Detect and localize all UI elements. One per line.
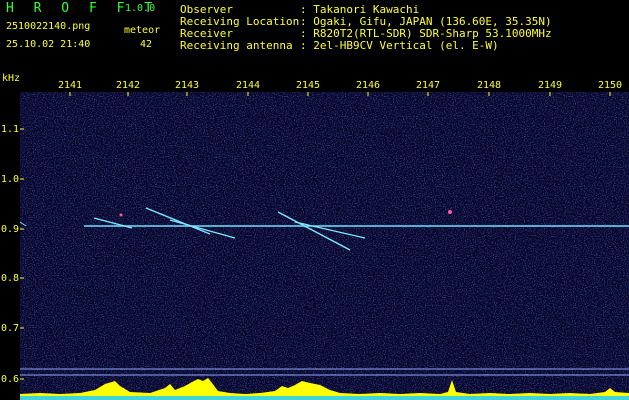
y-tick-label: 0.8 bbox=[1, 273, 20, 284]
echo-dot bbox=[448, 210, 452, 214]
echo-dot bbox=[119, 213, 123, 217]
x-tick-label: 2145 bbox=[295, 80, 321, 91]
x-tick-label: 2150 bbox=[597, 80, 623, 91]
app-version: 1.0.0 bbox=[125, 3, 156, 14]
y-tick-label: 0.9 bbox=[1, 224, 20, 235]
x-tick-label: 2146 bbox=[355, 80, 381, 91]
noise-texture bbox=[20, 92, 629, 400]
meteor-label: meteor bbox=[124, 25, 161, 36]
observer-label: Observer bbox=[180, 3, 233, 16]
y-tick-label: 1.1 bbox=[1, 124, 20, 135]
location-label: Receiving Location bbox=[180, 15, 300, 28]
spectrogram-plot bbox=[20, 92, 629, 400]
spectrogram-area: kHz 2141 2142 2143 2144 2145 2146 2147 2… bbox=[0, 56, 629, 400]
y-tick-label: 0.7 bbox=[1, 323, 20, 334]
antenna-value: : 2el-HB9CV Vertical (el. E-W) bbox=[300, 39, 499, 52]
y-tick-label: 1.0 bbox=[1, 174, 20, 185]
receiver-value: : R820T2(RTL-SDR) SDR-Sharp 53.1000MHz bbox=[300, 27, 552, 40]
x-tick-label: 2147 bbox=[415, 80, 441, 91]
meteor-count: 42 bbox=[140, 39, 153, 50]
location-value: : Ogaki, Gifu, JAPAN (136.60E, 35.35N) bbox=[300, 15, 552, 28]
x-tick-label: 2144 bbox=[235, 80, 261, 91]
observer-value: : Takanori Kawachi bbox=[300, 3, 420, 16]
file-name: 2510022140.png bbox=[6, 21, 91, 32]
power-baseline bbox=[20, 396, 629, 400]
x-tick-label: 2142 bbox=[115, 80, 141, 91]
antenna-label: Receiving antenna bbox=[180, 39, 293, 52]
x-tick-label: 2143 bbox=[174, 80, 200, 91]
x-tick-label: 2141 bbox=[57, 80, 83, 91]
spectrogram-canvas bbox=[20, 92, 629, 400]
receiver-label: Receiver bbox=[180, 27, 233, 40]
y-axis-unit-label: kHz bbox=[2, 73, 21, 84]
x-tick-label: 2148 bbox=[476, 80, 502, 91]
y-tick-label: 0.6 bbox=[1, 374, 20, 385]
header-panel: H R O F F T 1.0.0 2510022140.png meteor … bbox=[0, 0, 629, 56]
capture-time: 25.10.02 21:40 bbox=[6, 39, 91, 50]
x-tick-label: 2149 bbox=[537, 80, 563, 91]
